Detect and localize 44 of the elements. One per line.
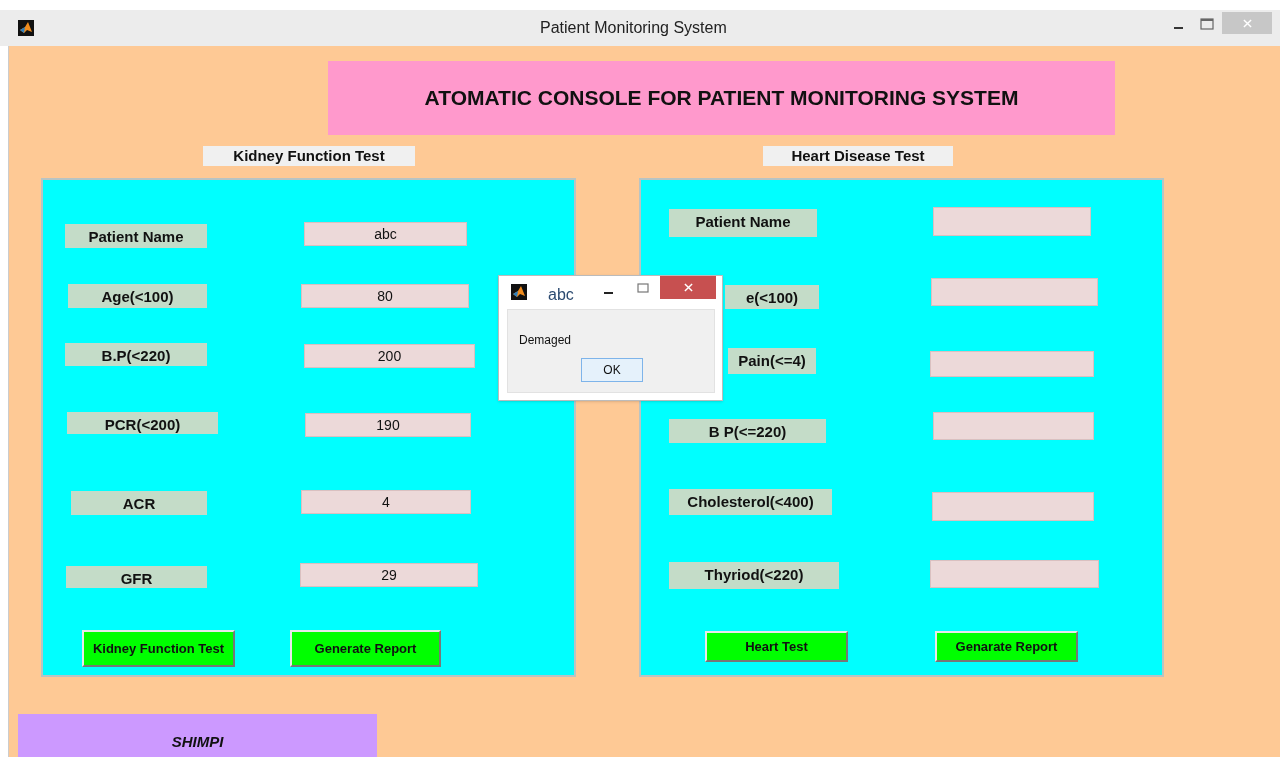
banner-title: ATOMATIC CONSOLE FOR PATIENT MONITORING SYSTEM xyxy=(328,61,1115,135)
heart-button[interactable]: Genarate Report xyxy=(935,631,1078,662)
kidney-button[interactable]: Kidney Function Test xyxy=(82,630,235,667)
field-label: B P(<=220) xyxy=(669,419,826,443)
input-field[interactable] xyxy=(931,278,1098,306)
close-icon xyxy=(683,283,693,292)
input-field[interactable]: 29 xyxy=(300,563,478,587)
input-field[interactable]: abc xyxy=(304,222,467,246)
maximize-icon[interactable] xyxy=(637,283,649,293)
app-logo-icon xyxy=(18,20,34,36)
input-field[interactable] xyxy=(933,207,1091,236)
input-field[interactable] xyxy=(932,492,1094,521)
field-label: PCR(<200) xyxy=(67,412,218,434)
field-label: Cholesterol(<400) xyxy=(669,489,832,515)
input-field[interactable]: 190 xyxy=(305,413,471,437)
input-field[interactable]: 4 xyxy=(301,490,471,514)
field-label: B.P(<220) xyxy=(65,343,207,366)
panel-title: Heart Disease Test xyxy=(763,146,953,166)
field-label: e(<100) xyxy=(725,285,819,309)
kidney-button[interactable]: Generate Report xyxy=(290,630,441,667)
close-icon xyxy=(1242,18,1252,28)
heart-button[interactable]: Heart Test xyxy=(705,631,848,662)
footer-label: SHIMPI xyxy=(18,714,377,757)
window-title: Patient Monitoring System xyxy=(540,18,727,38)
field-label: ACR xyxy=(71,491,207,515)
app-logo-icon xyxy=(511,284,527,300)
close-button[interactable] xyxy=(1222,12,1272,34)
input-field[interactable] xyxy=(930,351,1094,377)
field-label: Thyriod(<220) xyxy=(669,562,839,589)
field-label: Patient Name xyxy=(65,224,207,248)
field-label: Pain(<=4) xyxy=(728,348,816,374)
dialog-message: Demaged xyxy=(519,332,572,349)
maximize-icon[interactable] xyxy=(1200,18,1214,30)
ok-button[interactable]: OK xyxy=(581,358,643,382)
input-field[interactable]: 200 xyxy=(304,344,475,368)
input-field[interactable] xyxy=(933,412,1094,440)
field-label: GFR xyxy=(66,566,207,588)
field-label: Age(<100) xyxy=(68,284,207,308)
close-button[interactable] xyxy=(660,276,716,299)
input-field[interactable]: 80 xyxy=(301,284,469,308)
field-label: Patient Name xyxy=(669,209,817,237)
dialog-title: abc xyxy=(548,285,574,305)
panel-title: Kidney Function Test xyxy=(203,146,415,166)
input-field[interactable] xyxy=(930,560,1099,588)
